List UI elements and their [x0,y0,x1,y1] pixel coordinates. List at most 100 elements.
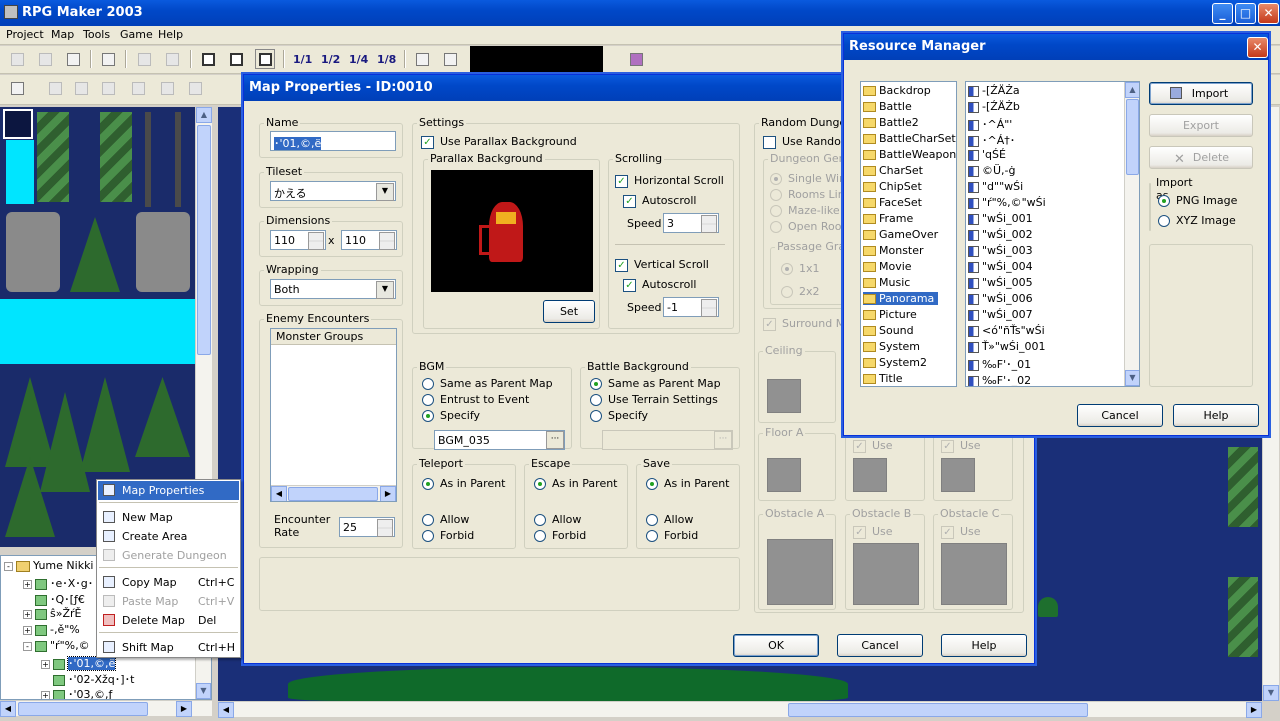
resource-folder-item[interactable]: Frame [863,212,917,225]
bb-same-as-parent-radio[interactable]: Same as Parent Map [590,377,721,390]
menu-map[interactable]: Map [51,28,74,41]
menu-item-new-map[interactable]: New Map [98,508,239,527]
resource-folder-item[interactable]: Monster [863,244,928,257]
tree-item[interactable]: +･'02-Xžq･]･t [41,671,134,687]
import-button[interactable]: Import [1149,82,1253,105]
resource-file-item[interactable]: ‰F'･_01 [968,356,1031,372]
resource-folder-item[interactable]: ChipSet [863,180,926,193]
event-layer-icon[interactable] [255,49,275,69]
resource-file-item[interactable]: "ŕ"%,©"wŚi [968,196,1046,209]
png-image-radio[interactable]: PNG Image [1158,194,1237,207]
resource-manager-close-button[interactable]: ✕ [1247,37,1268,58]
material-icon[interactable] [440,49,460,69]
bb-use-terrain-radio[interactable]: Use Terrain Settings [590,393,718,406]
resource-folder-item[interactable]: BattleCharSet [863,132,956,145]
fill-icon[interactable] [98,78,118,98]
resource-folder-item[interactable]: Movie [863,260,916,273]
monster-groups-list[interactable]: Monster Groups ◀ ▶ [270,328,397,502]
menu-item-create-area[interactable]: Create Area [98,527,239,546]
resource-file-item[interactable]: -[ŹÄŻb [968,100,1020,113]
open-project-icon[interactable] [35,49,55,69]
bgm-specify-radio[interactable]: Specify [422,409,480,422]
delete-button[interactable]: ✕ Delete [1149,146,1253,169]
vertical-autoscroll-checkbox[interactable]: ✓ Autoscroll [623,278,696,292]
bgm-browse-button[interactable]: ··· [546,431,564,449]
height-spinner[interactable]: 110 [341,230,397,250]
help-button[interactable]: Help [941,634,1027,657]
menu-tools[interactable]: Tools [83,28,110,41]
bgm-same-as-parent-radio[interactable]: Same as Parent Map [422,377,553,390]
resource-file-item[interactable]: 'qŚÉ [968,148,1006,161]
rectangle-icon[interactable] [45,78,65,98]
resource-file-item[interactable]: "wŚi_005 [968,276,1033,289]
horizontal-scroll-checkbox[interactable]: ✓ Horizontal Scroll [615,174,724,188]
zoom-1-2-button[interactable]: 1/2 [320,49,340,69]
resource-file-item[interactable]: ©Ü,-ġ [968,164,1016,177]
save-allow-radio[interactable]: Allow [646,513,693,526]
bb-specify-radio[interactable]: Specify [590,409,648,422]
minimize-button[interactable]: _ [1212,3,1233,24]
wrapping-dropdown[interactable]: Both [270,279,396,299]
tree-item[interactable]: - "ŕ"%‚© [23,639,90,652]
resource-file-item[interactable]: ‰F'･_02 [968,372,1031,386]
escape-as-in-parent-radio[interactable]: As in Parent [534,477,618,490]
resource-folder-item[interactable]: Battle2 [863,116,923,129]
zoom-1-1-button[interactable]: 1/1 [292,49,312,69]
name-input[interactable]: ･'01,©,ë [270,131,396,151]
horizontal-autoscroll-checkbox[interactable]: ✓ Autoscroll [623,194,696,208]
resource-file-item[interactable]: "wŚi_001 [968,212,1033,225]
resource-folder-item[interactable]: Backdrop [863,84,935,97]
resource-file-item[interactable]: Ť»"wŚi_001 [968,340,1045,353]
escape-forbid-radio[interactable]: Forbid [534,529,586,542]
resource-file-item[interactable]: "d""wŚi [968,180,1023,193]
resource-folder-item[interactable]: BattleWeapon [863,148,956,161]
upper-layer-icon[interactable] [226,49,246,69]
pencil-icon[interactable] [7,78,27,98]
ellipse-icon[interactable] [71,78,91,98]
resource-folder-item[interactable]: Panorama [863,292,939,305]
redo-icon[interactable] [162,49,182,69]
encounter-rate-spinner[interactable]: 25 [339,517,395,537]
lower-layer-icon[interactable] [198,49,218,69]
resource-file-list[interactable]: ‰F'･_02 ‰F'･_01 Ť»"wŚi_001 <ó"ñŤs"wŚi "wŚi_0… [965,81,1140,387]
resource-file-item[interactable]: "wŚi_002 [968,228,1033,241]
resource-file-item[interactable]: "wŚi_003 [968,244,1033,257]
resource-help-button[interactable]: Help [1173,404,1259,427]
tree-item[interactable]: + -‚ě"% [23,623,80,636]
resource-folder-item[interactable]: Picture [863,308,921,321]
tree-item[interactable]: + ･'03,©,ƒ [41,686,112,699]
new-project-icon[interactable] [7,49,27,69]
teleport-allow-radio[interactable]: Allow [422,513,469,526]
resource-file-item[interactable]: -[ŹÄŻa [968,84,1020,97]
vertical-scroll-checkbox[interactable]: ✓ Vertical Scroll [615,258,709,272]
bgm-entrust-to-event-radio[interactable]: Entrust to Event [422,393,529,406]
database-icon[interactable] [412,49,432,69]
set-parallax-button[interactable]: Set [543,300,595,323]
resource-folder-item[interactable]: System [863,340,924,353]
undo-icon[interactable] [134,49,154,69]
tree-item[interactable]: + ･e･X･g･ [23,575,93,591]
close-button[interactable]: ✕ [1258,3,1279,24]
menu-item-shift-map[interactable]: Shift Map Ctrl+H [98,638,239,657]
use-parallax-checkbox[interactable]: ✓ Use Parallax Background [421,135,577,149]
resource-file-item[interactable]: ･^Á"' [968,116,1012,132]
zoom-1-4-button[interactable]: 1/4 [348,49,368,69]
xyz-image-radio[interactable]: XYZ Image [1158,214,1236,227]
teleport-forbid-radio[interactable]: Forbid [422,529,474,542]
export-button[interactable]: Export [1149,114,1253,137]
resource-file-item[interactable]: "wŚi_007 [968,308,1033,321]
select-icon[interactable] [128,78,148,98]
tree-item[interactable]: +･Q･[ƒ€ [23,591,85,607]
tree-item[interactable]: + ŝ»ŽŕĚ [23,607,81,620]
resource-folder-item[interactable]: Battle [863,100,916,113]
save-forbid-radio[interactable]: Forbid [646,529,698,542]
zoom-1-8-button[interactable]: 1/8 [376,49,396,69]
resource-cancel-button[interactable]: Cancel [1077,404,1163,427]
resource-file-item[interactable]: "wŚi_004 [968,260,1033,273]
resource-folder-item[interactable]: Music [863,276,914,289]
width-spinner[interactable]: 110 [270,230,326,250]
use-random-checkbox[interactable]: Use Random [763,135,852,149]
menu-item-map-properties[interactable]: Map Properties [98,481,239,500]
cancel-button[interactable]: Cancel [837,634,923,657]
resource-folder-list[interactable]: Backdrop Battle Battle2 BattleCharSet Battle… [860,81,957,387]
